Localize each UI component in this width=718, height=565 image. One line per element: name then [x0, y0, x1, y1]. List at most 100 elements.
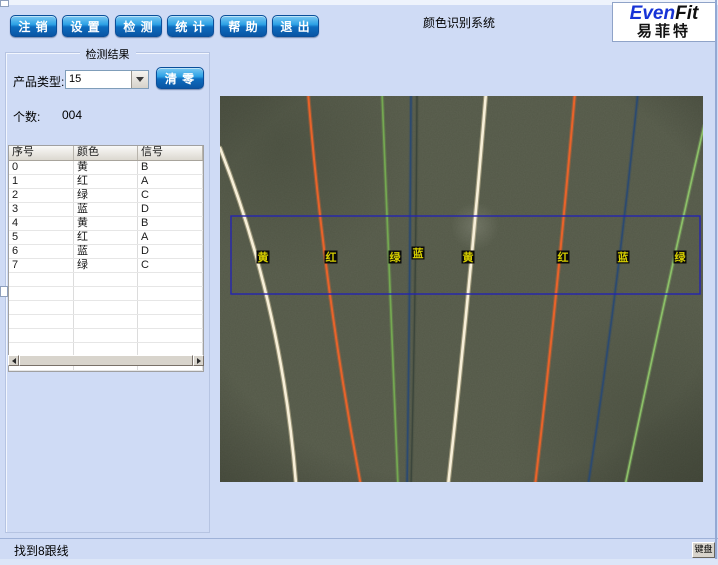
- table-row[interactable]: 2绿C: [9, 189, 203, 203]
- svg-text:黄: 黄: [258, 250, 269, 264]
- table-horizontal-scrollbar[interactable]: [8, 355, 204, 366]
- product-type-select[interactable]: 15: [65, 70, 149, 89]
- keyboard-button[interactable]: 键盘: [692, 542, 715, 558]
- product-type-value: 15: [66, 71, 131, 88]
- table-cell: [138, 315, 203, 328]
- table-row[interactable]: 4黄B: [9, 217, 203, 231]
- status-text: 找到8跟线: [14, 542, 69, 559]
- table-cell: [138, 287, 203, 300]
- scroll-left-button[interactable]: [8, 355, 19, 366]
- table-row[interactable]: 1红A: [9, 175, 203, 189]
- result-table: 序号颜色信号 0黄B1红A2绿C3蓝D4黄B5红A6蓝D7绿C: [8, 145, 204, 372]
- clear-button[interactable]: 清 零: [156, 67, 204, 89]
- svg-text:绿: 绿: [390, 250, 402, 264]
- table-row[interactable]: 5红A: [9, 231, 203, 245]
- table-cell: 0: [9, 161, 74, 174]
- table-cell: [74, 273, 138, 286]
- status-bar: 找到8跟线 键盘: [0, 538, 718, 560]
- product-type-label: 产品类型:: [13, 73, 64, 90]
- scrollbar-thumb[interactable]: [19, 355, 193, 366]
- table-cell: [138, 273, 203, 286]
- window-edge-handle: [0, 286, 8, 297]
- wire-color-label: 绿: [674, 250, 687, 264]
- logo-part-eve: Eve: [630, 3, 664, 24]
- table-cell: 3: [9, 203, 74, 216]
- camera-view: 黄红绿蓝黄红蓝绿: [220, 96, 703, 482]
- table-body: 0黄B1红A2绿C3蓝D4黄B5红A6蓝D7绿C: [9, 161, 203, 371]
- table-cell: 7: [9, 259, 74, 272]
- toolbar-button-settings[interactable]: 设 置: [62, 15, 109, 37]
- column-header[interactable]: 序号: [9, 146, 74, 160]
- wire-color-label: 蓝: [617, 250, 630, 264]
- toolbar-button-stats[interactable]: 统 计: [167, 15, 214, 37]
- page-title: 颜色识别系统: [423, 14, 495, 31]
- table-cell: 2: [9, 189, 74, 202]
- table-row[interactable]: 0黄B: [9, 161, 203, 175]
- table-row[interactable]: [9, 273, 203, 287]
- table-cell: [9, 315, 74, 328]
- table-row[interactable]: [9, 287, 203, 301]
- table-cell: [9, 287, 74, 300]
- table-cell: [74, 287, 138, 300]
- wire-color-label: 绿: [389, 250, 402, 264]
- table-cell: A: [138, 175, 203, 188]
- table-cell: 绿: [74, 259, 138, 272]
- detection-result-panel: 检测结果 产品类型: 15 清 零 个数: 004 序号颜色信号 0黄B1红A2…: [5, 52, 210, 533]
- chevron-down-icon: [136, 77, 144, 82]
- table-cell: [74, 329, 138, 342]
- table-cell: 绿: [74, 189, 138, 202]
- scroll-right-button[interactable]: [193, 355, 204, 366]
- logo-part-fit: Fit: [675, 3, 698, 24]
- camera-image: 黄红绿蓝黄红蓝绿: [220, 96, 703, 482]
- toolbar-button-exit[interactable]: 退 出: [272, 15, 319, 37]
- svg-text:红: 红: [558, 250, 569, 264]
- table-cell: A: [138, 231, 203, 244]
- table-cell: B: [138, 161, 203, 174]
- wire-color-label: 红: [557, 250, 570, 264]
- table-cell: C: [138, 189, 203, 202]
- table-cell: C: [138, 259, 203, 272]
- table-row[interactable]: 6蓝D: [9, 245, 203, 259]
- table-cell: B: [138, 217, 203, 230]
- table-cell: D: [138, 245, 203, 258]
- toolbar-button-logout[interactable]: 注 销: [10, 15, 57, 37]
- count-label: 个数:: [13, 108, 40, 125]
- table-cell: 蓝: [74, 245, 138, 258]
- column-header[interactable]: 信号: [138, 146, 203, 160]
- table-cell: 红: [74, 231, 138, 244]
- table-row[interactable]: 7绿C: [9, 259, 203, 273]
- table-row[interactable]: 3蓝D: [9, 203, 203, 217]
- panel-legend: 检测结果: [80, 46, 136, 62]
- wire-color-label: 蓝: [412, 246, 425, 260]
- logo-subtitle: 易菲特: [613, 24, 715, 40]
- svg-text:蓝: 蓝: [413, 246, 424, 260]
- table-row[interactable]: [9, 315, 203, 329]
- evenfit-logo: EvenFit 易菲特: [612, 2, 716, 42]
- window-right-border: [715, 0, 717, 565]
- wire-color-label: 黄: [462, 250, 475, 264]
- table-cell: 6: [9, 245, 74, 258]
- logo-part-n: n: [663, 3, 675, 24]
- table-header-row: 序号颜色信号: [9, 146, 203, 161]
- table-cell: [138, 301, 203, 314]
- toolbar-button-help[interactable]: 帮 助: [220, 15, 267, 37]
- dropdown-button[interactable]: [131, 71, 148, 88]
- svg-text:绿: 绿: [675, 250, 687, 264]
- table-cell: [74, 301, 138, 314]
- scroll-right-icon: [197, 358, 201, 364]
- svg-text:红: 红: [326, 250, 337, 264]
- table-row[interactable]: [9, 329, 203, 343]
- wire-color-label: 红: [325, 250, 338, 264]
- table-cell: 蓝: [74, 203, 138, 216]
- table-cell: 红: [74, 175, 138, 188]
- window-bottom-border: [0, 559, 718, 565]
- color-recognition-window: 注 销设 置检 测统 计帮 助退 出 颜色识别系统 EvenFit 易菲特 检测…: [0, 0, 718, 565]
- table-row[interactable]: [9, 301, 203, 315]
- scroll-left-icon: [12, 358, 16, 364]
- column-header[interactable]: 颜色: [74, 146, 138, 160]
- toolbar-button-detect[interactable]: 检 测: [115, 15, 162, 37]
- svg-text:黄: 黄: [463, 250, 474, 264]
- table-cell: [138, 329, 203, 342]
- table-cell: 1: [9, 175, 74, 188]
- table-cell: [9, 301, 74, 314]
